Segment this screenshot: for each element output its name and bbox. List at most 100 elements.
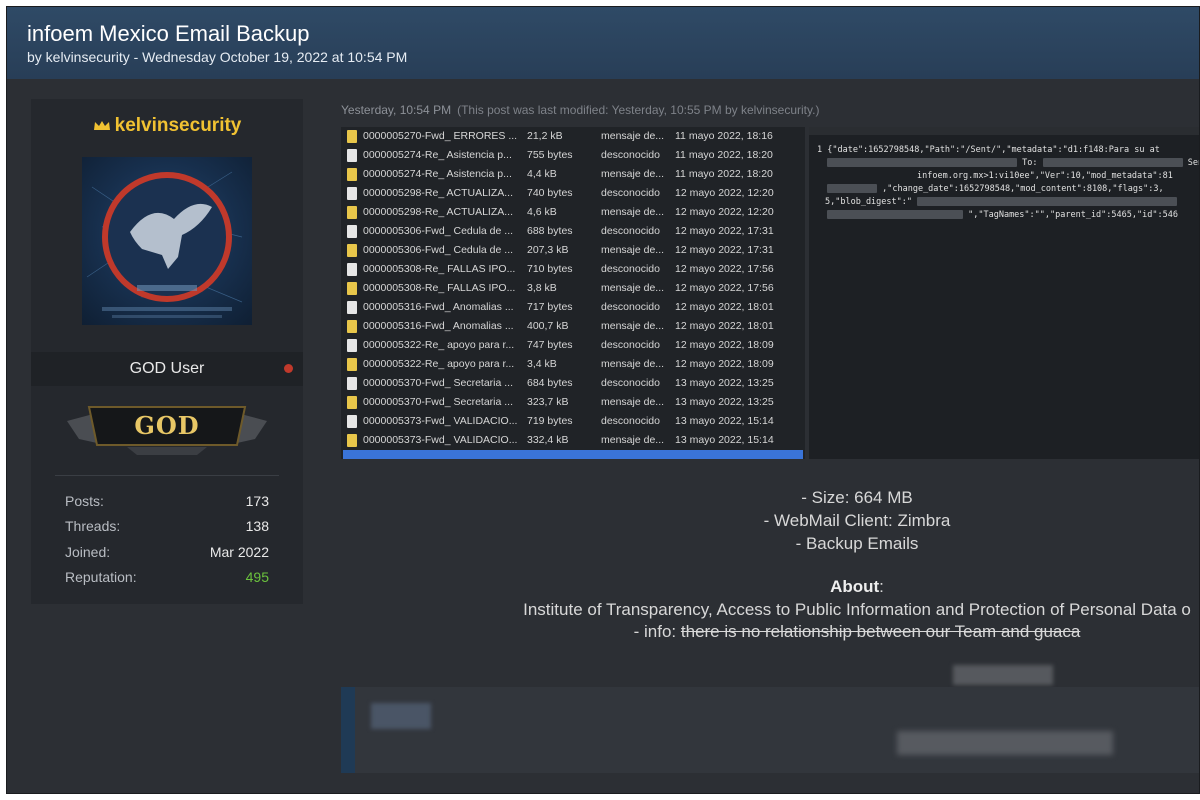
file-size: 3,4 kB: [527, 358, 557, 370]
file-size: 717 bytes: [527, 301, 573, 313]
file-date: 12 mayo 2022, 18:01: [675, 301, 774, 313]
redacted-block: [1042, 158, 1183, 167]
file-row[interactable]: 0000005308-Re_ FALLAS IPO... 3,8 kB mensaj…: [343, 279, 803, 298]
redacted-link[interactable]: [953, 665, 1053, 685]
file-date: 12 mayo 2022, 18:01: [675, 320, 774, 332]
post-time[interactable]: Yesterday, 10:54 PM: [341, 103, 451, 117]
folder-icon: [347, 358, 357, 371]
file-size: 21,2 kB: [527, 130, 563, 142]
file-type: desconocido: [601, 377, 660, 389]
file-row[interactable]: 0000005274-Re_ Asistencia p... 4,4 kB mens…: [343, 165, 803, 184]
thread-title: infoem Mexico Email Backup: [27, 21, 310, 46]
file-size: 3,8 kB: [527, 282, 557, 294]
document-icon: [347, 339, 357, 352]
stat-label: Joined:: [65, 544, 111, 560]
avatar[interactable]: [82, 157, 252, 325]
document-icon: [347, 263, 357, 276]
folder-icon: [347, 244, 357, 257]
json-line: infoem.org.mx>1:vi10ee","Ver":10,"mod_me…: [917, 171, 1173, 181]
thread-header: infoem Mexico Email Backup by kelvinsecu…: [7, 7, 1199, 79]
thread-subtitle[interactable]: by kelvinsecurity - Wednesday October 19…: [27, 49, 407, 65]
file-row[interactable]: 0000005316-Fwd_ Anomalias ... 717 bytes de…: [343, 298, 803, 317]
stat-value[interactable]: 173: [246, 493, 269, 509]
file-name: 0000005308-Re_ FALLAS IPO...: [363, 263, 516, 275]
redacted-block: [371, 703, 431, 729]
file-type: desconocido: [601, 187, 660, 199]
username-text[interactable]: kelvinsecurity: [115, 115, 242, 136]
file-type: desconocido: [601, 339, 660, 351]
folder-icon: [347, 130, 357, 143]
file-type: desconocido: [601, 301, 660, 313]
username[interactable]: kelvinsecurity: [31, 115, 303, 137]
file-date: 12 mayo 2022, 12:20: [675, 206, 774, 218]
file-row[interactable]: 0000005322-Re_ apoyo para r... 747 bytes d…: [343, 336, 803, 355]
folder-icon: [347, 434, 357, 447]
eagle-emblem-icon: [86, 171, 243, 318]
file-type: desconocido: [601, 225, 660, 237]
folder-icon: [347, 320, 357, 333]
redacted-block: [827, 210, 963, 219]
file-size: 747 bytes: [527, 339, 573, 351]
document-icon: [347, 187, 357, 200]
file-row[interactable]: 0000005270-Fwd_ ERRORES ... 21,2 kB mensaj…: [343, 127, 803, 146]
folder-icon: [347, 206, 357, 219]
file-type: mensaje de...: [601, 434, 665, 446]
stat-row-threads: Threads: 138: [65, 518, 269, 538]
stat-value[interactable]: 495: [246, 569, 269, 585]
file-size: 684 bytes: [527, 377, 573, 389]
rank-badge: GOD: [67, 399, 267, 459]
file-date: 12 mayo 2022, 12:20: [675, 187, 774, 199]
post-meta: Yesterday, 10:54 PM (This post was last m…: [341, 103, 819, 117]
file-row[interactable]: 0000005298-Re_ ACTUALIZA... 4,6 kB mensaje…: [343, 203, 803, 222]
file-name: 0000005274-Re_ Asistencia p...: [363, 168, 512, 180]
folder-icon: [347, 396, 357, 409]
json-line: ,"change_date":1652798548,"mod_content":…: [827, 184, 1164, 194]
file-type: mensaje de...: [601, 358, 665, 370]
redacted-block: [827, 158, 1017, 167]
file-type: mensaje de...: [601, 244, 665, 256]
file-size: 740 bytes: [527, 187, 573, 199]
file-row[interactable]: 0000005306-Fwd_ Cedula de ... 207,3 kB men…: [343, 241, 803, 260]
document-icon: [347, 377, 357, 390]
redacted-block: [827, 184, 877, 193]
file-type: desconocido: [601, 415, 660, 427]
editor-toolbar: [809, 127, 1199, 135]
file-name: 0000005373-Fwd_ VALIDACIO...: [363, 434, 518, 446]
rank-label: GOD: [134, 411, 200, 440]
file-row[interactable]: 0000005274-Re_ Asistencia p... 755 bytes d…: [343, 146, 803, 165]
file-name: 0000005373-Fwd_ VALIDACIO...: [363, 415, 518, 427]
file-date: 11 mayo 2022, 18:16: [675, 130, 773, 142]
file-name: 0000005316-Fwd_ Anomalias ...: [363, 320, 514, 332]
crown-icon: [93, 120, 110, 130]
file-size: 710 bytes: [527, 263, 573, 275]
file-row[interactable]: 0000005298-Re_ ACTUALIZA... 740 bytes desc…: [343, 184, 803, 203]
file-name: 0000005274-Re_ Asistencia p...: [363, 149, 512, 161]
about-label: About: [830, 577, 880, 596]
file-name: 0000005370-Fwd_ Secretaria ...: [363, 377, 514, 389]
file-row[interactable]: 0000005306-Fwd_ Cedula de ... 688 bytes de…: [343, 222, 803, 241]
file-row[interactable]: 0000005370-Fwd_ Secretaria ... 684 bytes d…: [343, 374, 803, 393]
redacted-block[interactable]: [897, 731, 1113, 755]
redacted-block: [917, 197, 1178, 206]
user-card: kelvinsecurity GOD User GOD Posts: 173 T…: [31, 99, 303, 604]
stat-row-joined: Joined: Mar 2022: [65, 544, 269, 564]
file-row[interactable]: 0000005373-Fwd_ VALIDACIO... 332,4 kB mens…: [343, 431, 803, 450]
stat-row-posts: Posts: 173: [65, 493, 269, 513]
file-size: 688 bytes: [527, 225, 573, 237]
file-row[interactable]: 0000005370-Fwd_ Secretaria ... 323,7 kB me…: [343, 393, 803, 412]
stat-value[interactable]: 138: [246, 518, 269, 534]
file-name: 0000005308-Re_ FALLAS IPO...: [363, 282, 516, 294]
stat-row-reputation: Reputation: 495: [65, 569, 269, 589]
file-row[interactable]: 0000005308-Re_ FALLAS IPO... 710 bytes des…: [343, 260, 803, 279]
file-name: 0000005370-Fwd_ Secretaria ...: [363, 396, 514, 408]
file-type: mensaje de...: [601, 320, 665, 332]
file-row[interactable]: 0000005316-Fwd_ Anomalias ... 400,7 kB men…: [343, 317, 803, 336]
file-size: 332,4 kB: [527, 434, 569, 446]
file-date: 13 mayo 2022, 15:14: [675, 434, 774, 446]
info-strikethrough-text: there is no relationship between our Tea…: [680, 622, 1081, 641]
file-row[interactable]: 0000005373-Fwd_ VALIDACIO... 719 bytes des…: [343, 412, 803, 431]
file-date: 12 mayo 2022, 17:56: [675, 282, 774, 294]
file-row[interactable]: 0000005322-Re_ apoyo para r... 3,4 kB mens…: [343, 355, 803, 374]
json-line: ","TagNames":"","parent_id":5465,"id":54…: [827, 210, 1178, 220]
stat-label: Threads:: [65, 518, 121, 534]
